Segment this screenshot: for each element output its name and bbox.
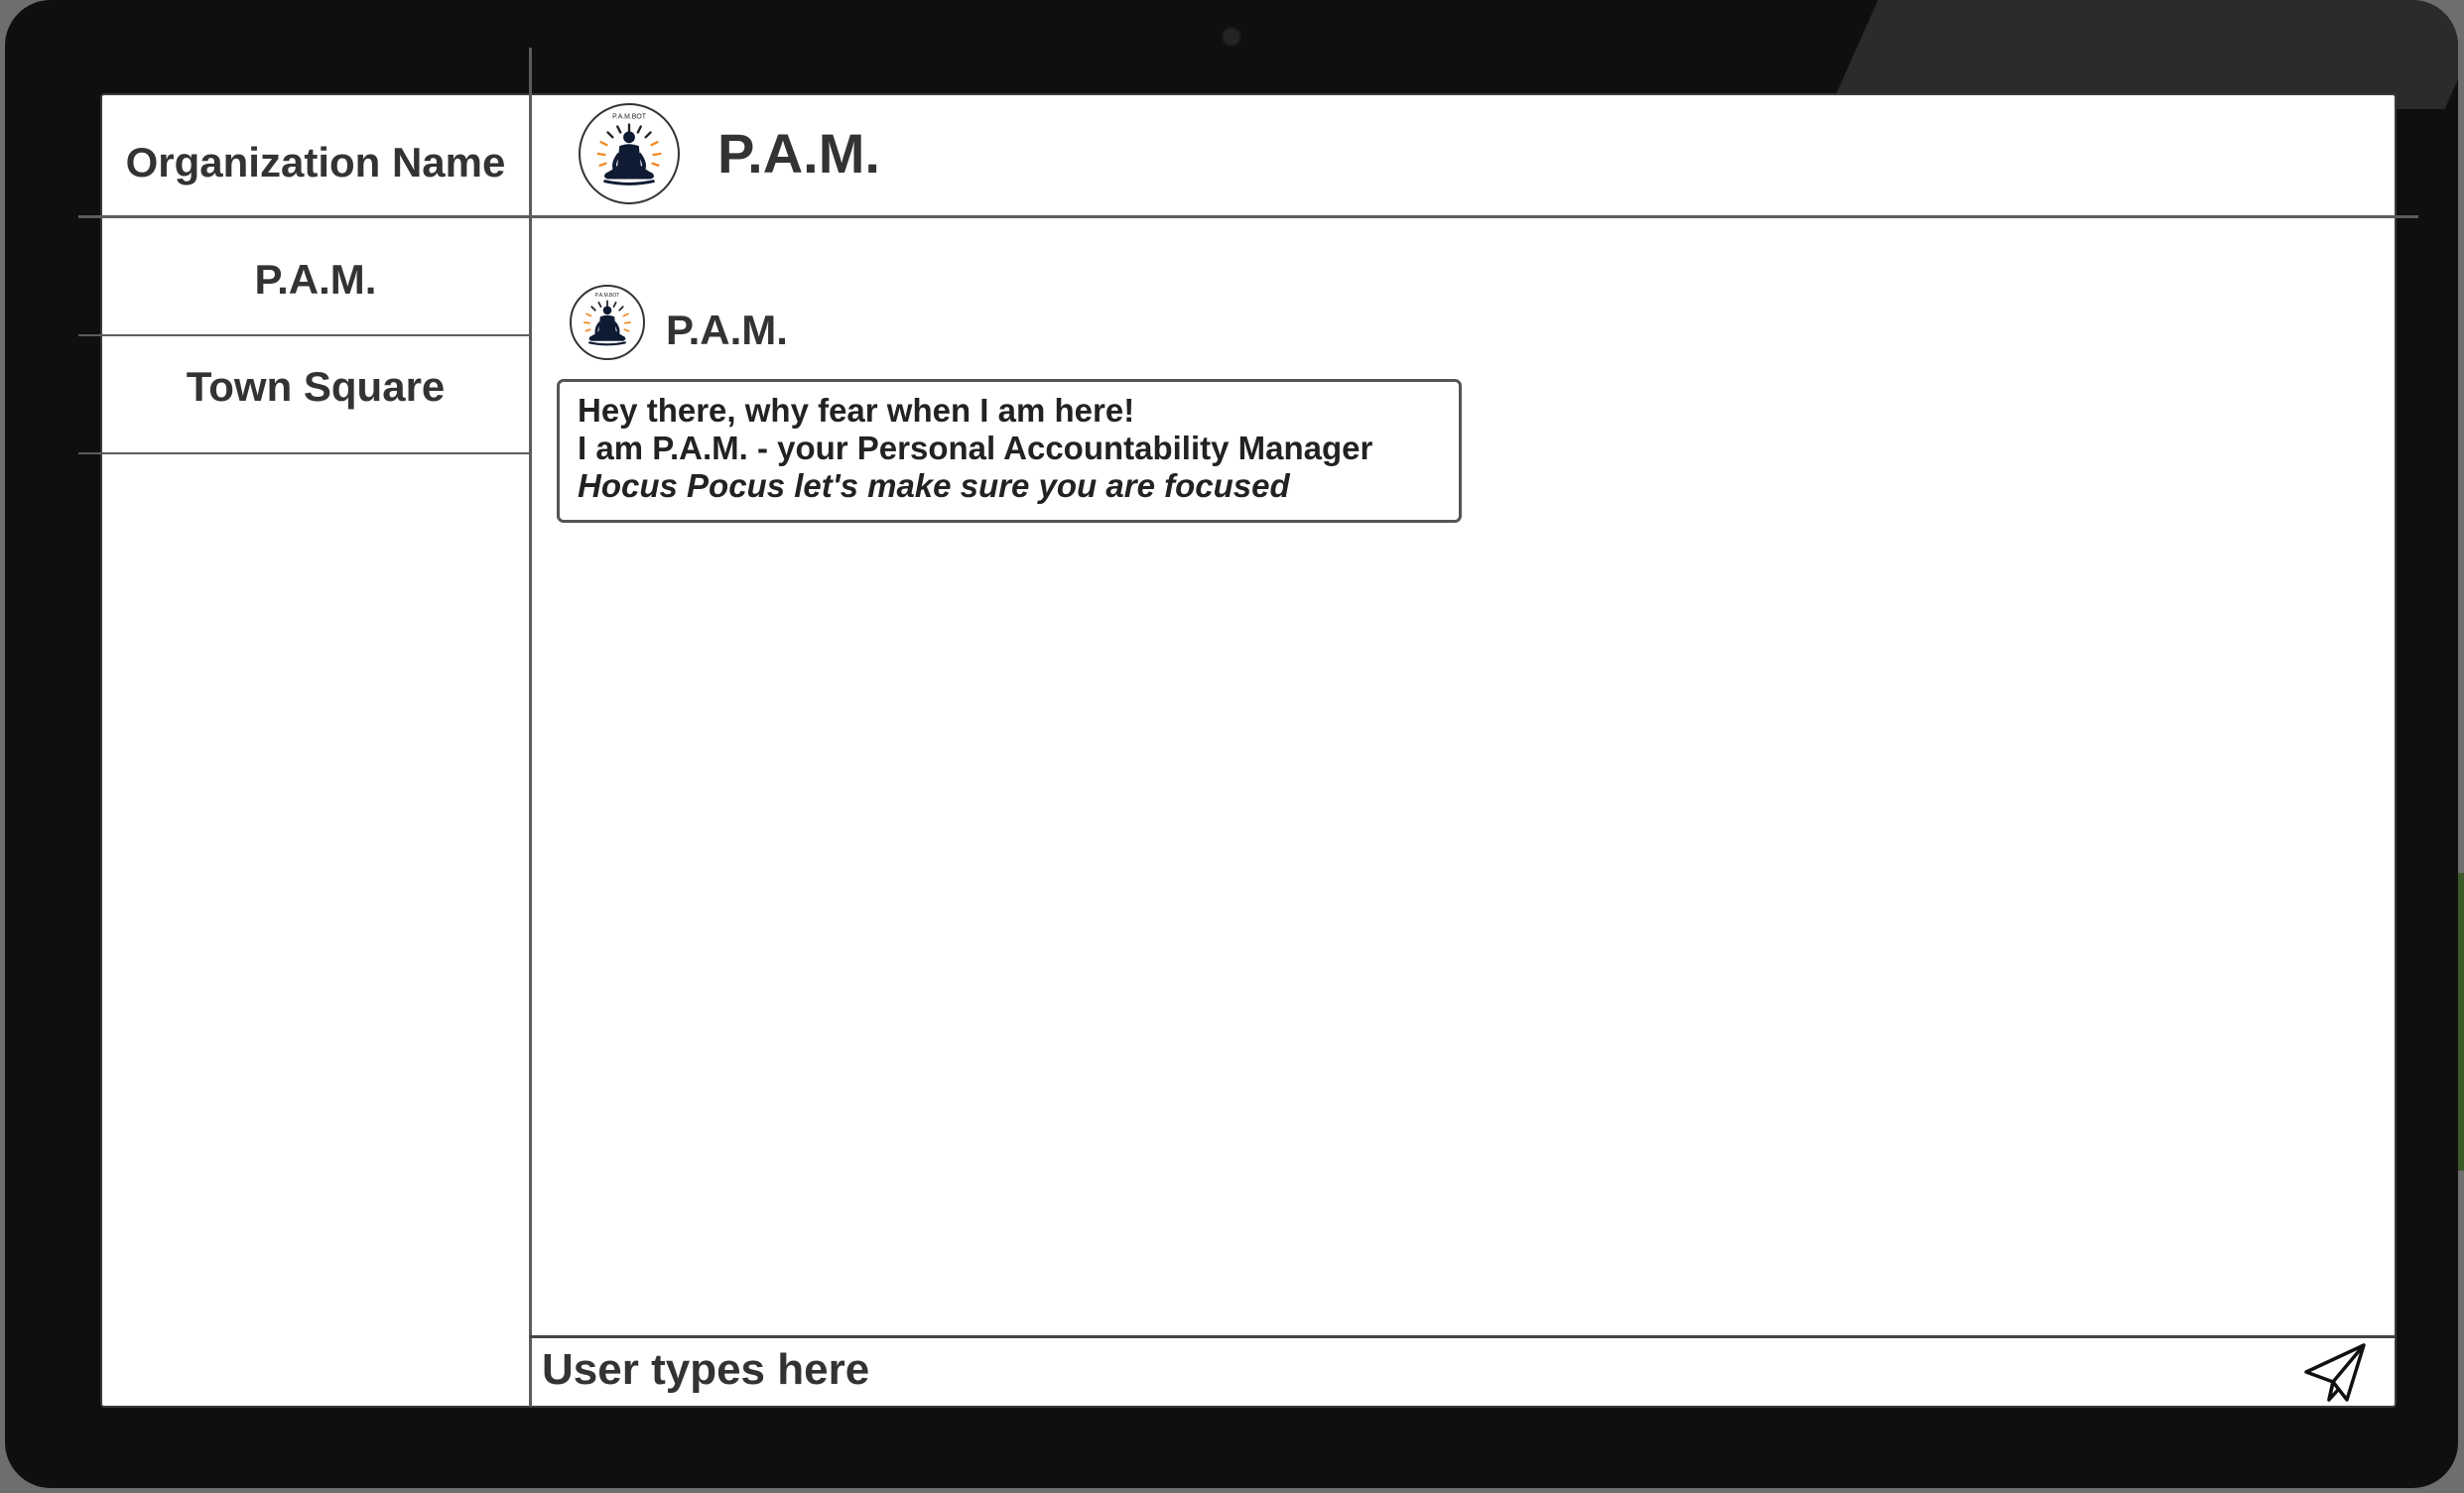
message-line: Hocus Pocus let's make sure you are focu… [578,467,1290,504]
message-bubble: Hey there, why fear when I am here! I am… [557,379,1462,523]
logo-text: P.A.M.BOT [612,114,647,121]
message-input[interactable] [530,1338,2217,1402]
app-screen: Organization Name P.A.M. Town Square P.A… [78,48,2418,1408]
send-button[interactable] [2303,1342,2367,1404]
header-divider [78,215,2418,218]
sidebar-item-divider [78,334,529,336]
tablet-device: Organization Name P.A.M. Town Square P.A… [5,0,2458,1488]
sidebar-divider [529,48,532,1407]
camera-icon [1222,27,1241,47]
sidebar-item-divider [78,452,529,454]
message-composer [530,1335,2395,1406]
message-line: Hey there, why fear when I am here! [578,392,1135,429]
sidebar-item-town-square[interactable]: Town Square [102,363,529,411]
message-sender: P.A.M. [666,307,788,353]
meditation-logo-icon: P.A.M.BOT [579,103,680,204]
organization-name: Organization Name [125,139,506,186]
page-title: P.A.M. [717,122,880,185]
meditation-logo-icon: P.A.M.BOT [570,285,645,360]
logo-text: P.A.M.BOT [595,293,620,299]
sidebar-item-pam[interactable]: P.A.M. [102,256,529,304]
paper-plane-icon [2304,1343,2366,1402]
message-line: I am P.A.M. - your Personal Accountabili… [578,430,1373,466]
